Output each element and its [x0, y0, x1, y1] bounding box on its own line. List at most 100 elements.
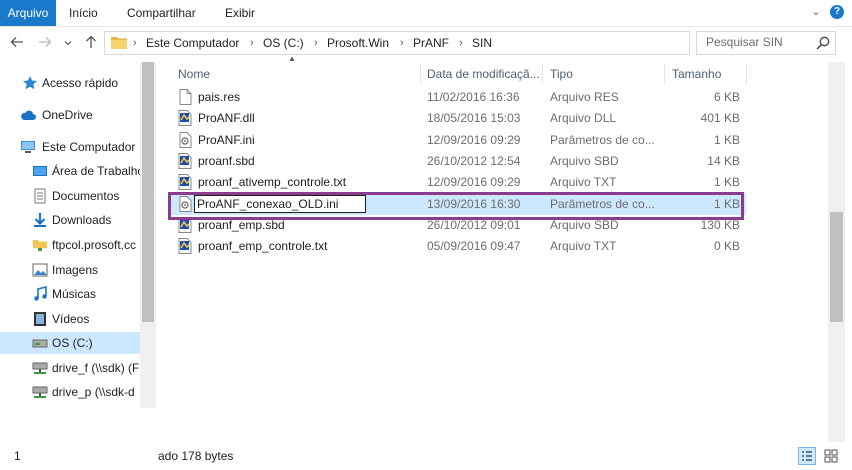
status-bar: 1 ado 178 bytes — [0, 443, 852, 470]
file-size: 14 KB — [707, 153, 740, 168]
file-size: 1 KB — [713, 132, 740, 147]
app-file-icon — [178, 238, 192, 255]
file-row[interactable]: proanf.sbd 26/10/2012 12:54 Arquivo SBD 14 … — [170, 150, 746, 172]
sidebar-item-downloads[interactable]: Downloads — [0, 209, 140, 231]
file-row[interactable]: ProANF.dll 18/05/2016 15:03 Arquivo DLL 401… — [170, 107, 746, 129]
file-row[interactable]: proanf_ativemp_controle.txt 12/09/2016 09… — [170, 171, 746, 193]
address-bar[interactable]: › Este Computador › OS (C:) › Prosoft.Wi… — [104, 31, 783, 55]
network-drive-icon — [32, 386, 48, 398]
sidebar-item-imagens[interactable]: Imagens — [0, 259, 140, 281]
navigation-pane: Acesso rápido OneDrive Este Computador Á… — [0, 62, 158, 442]
cloud-icon — [21, 110, 36, 120]
file-row[interactable]: proanf_emp.sbd 26/10/2012 09:01 Arquivo SB… — [170, 214, 746, 236]
sidebar-item-label: OS (C:) — [52, 336, 93, 350]
sidebar-item-label: OneDrive — [42, 108, 93, 122]
ribbon-bar: Arquivo Início Compartilhar Exibir ⌄ ? — [0, 0, 852, 27]
column-divider[interactable] — [542, 64, 543, 84]
file-list-scrollbar[interactable] — [828, 62, 845, 442]
tab-arquivo[interactable]: Arquivo — [0, 0, 56, 26]
sidebar-item-acesso-rapido[interactable]: Acesso rápido — [0, 72, 140, 94]
breadcrumb-separator-icon: › — [250, 37, 254, 49]
large-icons-view-icon[interactable] — [822, 447, 840, 465]
network-folder-icon — [33, 240, 47, 251]
sort-ascending-icon: ▲ — [288, 54, 296, 63]
sidebar-item-onedrive[interactable]: OneDrive — [0, 104, 140, 126]
rename-input[interactable]: ProANF_conexao_OLD.ini — [194, 194, 366, 213]
ribbon-expand-icon[interactable]: ⌄ — [810, 6, 822, 18]
sidebar-item-label: Área de Trabalho — [52, 164, 140, 178]
file-list: ▲ Nome Data de modificaçã... Tipo Tamanh… — [170, 54, 826, 442]
file-date: 26/10/2012 09:01 — [427, 217, 521, 232]
tab-exibir[interactable]: Exibir — [225, 0, 255, 26]
download-icon — [34, 213, 46, 227]
documents-icon — [34, 188, 46, 204]
tab-inicio[interactable]: Início — [69, 0, 98, 26]
sidebar-scroll-thumb[interactable] — [142, 62, 154, 322]
sidebar-scrollbar[interactable] — [140, 62, 156, 408]
column-header-name[interactable]: Nome — [178, 62, 210, 86]
column-divider[interactable] — [420, 64, 421, 84]
computer-icon — [21, 141, 35, 153]
breadcrumb-pranf[interactable]: PrANF — [413, 32, 449, 54]
arrow-left-icon[interactable] — [8, 32, 26, 52]
file-name: proanf_emp.sbd — [198, 217, 285, 232]
sidebar-item-label: Documentos — [52, 189, 120, 203]
breadcrumb-separator-icon: › — [133, 37, 137, 49]
sidebar-item-musicas[interactable]: Músicas — [0, 283, 140, 305]
file-type: Parâmetros de co... — [550, 196, 655, 211]
status-item-count: 1 — [14, 449, 21, 463]
details-view-icon[interactable] — [798, 447, 816, 465]
file-type: Arquivo DLL — [550, 111, 617, 126]
sidebar-item-label: Acesso rápido — [42, 76, 119, 90]
sidebar-item-ftpcol[interactable]: ftpcol.prosoft.cc — [0, 234, 140, 256]
column-header-size[interactable]: Tamanho — [672, 62, 721, 86]
search-input[interactable] — [697, 32, 818, 52]
breadcrumb-este-computador[interactable]: Este Computador — [146, 32, 239, 54]
file-name: proanf.sbd — [198, 153, 255, 168]
column-divider[interactable] — [664, 64, 665, 84]
file-type: Arquivo SBD — [550, 153, 619, 168]
sidebar-item-label: drive_p (\\sdk-d — [52, 385, 135, 399]
breadcrumb-os-c[interactable]: OS (C:) — [263, 32, 304, 54]
status-selection: ado 178 bytes — [158, 449, 234, 463]
search-box[interactable] — [696, 31, 836, 55]
file-row[interactable]: proanf_emp_controle.txt 05/09/2016 09:47 A… — [170, 235, 746, 257]
column-divider[interactable] — [746, 64, 747, 84]
file-row[interactable]: ProANF_conexao_OLD.ini 13/09/2016 16:30 Pa… — [170, 192, 746, 215]
column-header-type[interactable]: Tipo — [550, 62, 573, 86]
column-header-date[interactable]: Data de modificaçã... — [427, 62, 540, 86]
file-type: Parâmetros de co... — [550, 132, 655, 147]
arrow-up-icon[interactable] — [82, 32, 100, 52]
sidebar-item-este-computador[interactable]: Este Computador — [0, 136, 140, 158]
breadcrumb-prosoft-win[interactable]: Prosoft.Win — [327, 32, 389, 54]
chevron-down-icon[interactable] — [62, 32, 74, 52]
arrow-right-icon[interactable] — [36, 32, 54, 52]
breadcrumb-sin[interactable]: SIN — [472, 32, 492, 54]
help-icon[interactable]: ? — [830, 5, 844, 19]
drive-icon — [32, 339, 48, 348]
settings-file-icon — [179, 195, 192, 212]
sidebar-item-label: ftpcol.prosoft.cc — [52, 238, 137, 252]
tab-compartilhar[interactable]: Compartilhar — [127, 0, 196, 26]
file-row[interactable]: ProANF.ini 12/09/2016 09:29 Parâmetros de … — [170, 129, 746, 151]
file-row[interactable]: pais.res 11/02/2016 16:36 Arquivo RES 6 KB — [170, 86, 746, 108]
file-date: 12/09/2016 09:29 — [427, 132, 521, 147]
file-size: 130 KB — [700, 217, 740, 232]
sidebar-item-label: Imagens — [52, 263, 99, 277]
pictures-icon — [32, 263, 48, 277]
sidebar-item-os-c[interactable]: OS (C:) — [0, 332, 140, 354]
file-size: 6 KB — [713, 90, 740, 104]
app-file-icon — [178, 110, 192, 127]
file-list-scroll-thumb[interactable] — [830, 212, 843, 322]
sidebar-item-area-de-trabalho[interactable]: Área de Trabalho — [0, 160, 140, 182]
file-date: 18/05/2016 15:03 — [427, 111, 521, 126]
sidebar-item-label: Vídeos — [52, 312, 90, 326]
sidebar-item-drive-p[interactable]: drive_p (\\sdk-d — [0, 381, 140, 403]
breadcrumb-separator-icon: › — [459, 37, 463, 49]
search-icon[interactable] — [815, 35, 831, 51]
sidebar-item-documentos[interactable]: Documentos — [0, 185, 140, 207]
sidebar-item-label: Músicas — [52, 287, 97, 301]
sidebar-item-drive-f[interactable]: drive_f (\\sdk) (F — [0, 357, 140, 379]
file-size: 1 KB — [713, 196, 740, 211]
sidebar-item-videos[interactable]: Vídeos — [0, 308, 140, 330]
